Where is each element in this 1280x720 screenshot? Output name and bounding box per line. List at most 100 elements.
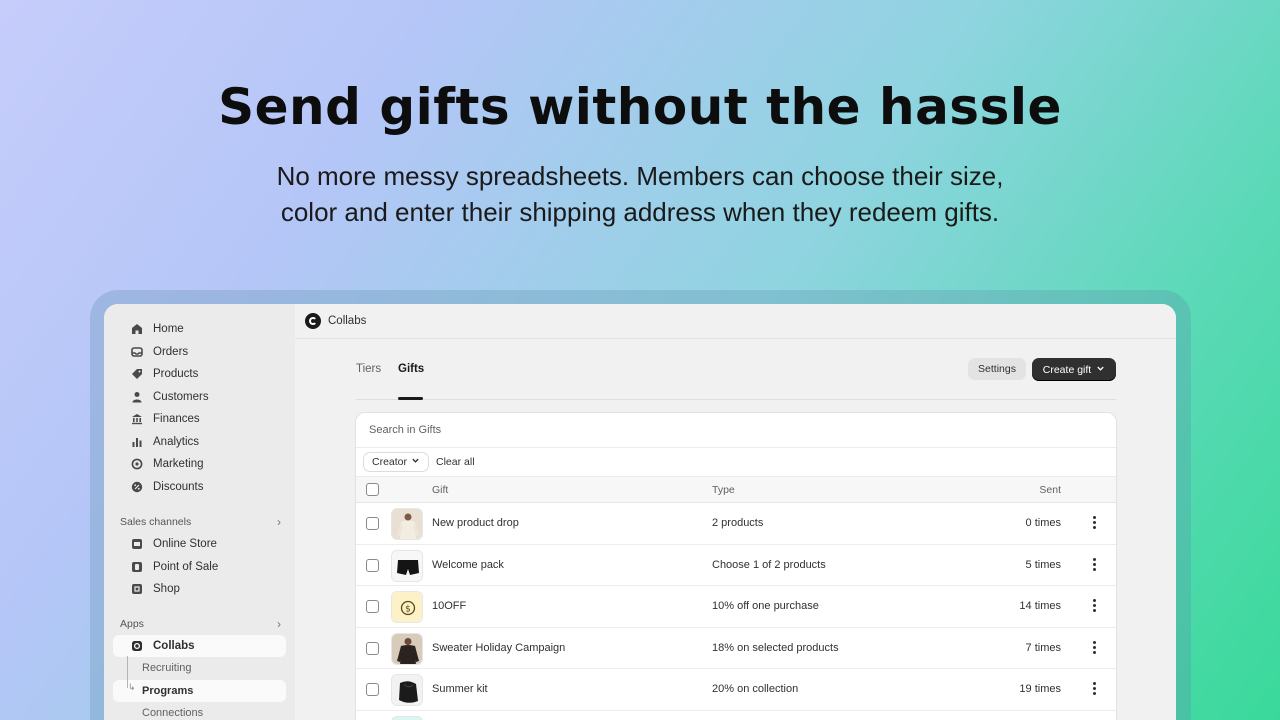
table-row[interactable]: Sweater Holiday Campaign 18% on selected…: [356, 628, 1116, 669]
gift-sent-count: 19 times: [1019, 683, 1061, 696]
more-actions-icon[interactable]: [1093, 640, 1097, 655]
column-header-type: Type: [712, 483, 735, 496]
row-checkbox[interactable]: [366, 683, 379, 696]
sidebar-item-orders[interactable]: Orders: [113, 341, 286, 364]
collabs-logo-icon: [305, 313, 321, 329]
sidebar-item-label: Analytics: [153, 435, 200, 448]
app-name: Collabs: [328, 315, 367, 327]
sidebar-item-online-store[interactable]: Online Store: [113, 533, 286, 556]
collabs-icon: [131, 640, 143, 652]
bank-icon: [131, 413, 143, 425]
search-input[interactable]: Search in Gifts: [356, 413, 1116, 448]
sidebar-item-analytics[interactable]: Analytics: [113, 431, 286, 454]
gift-type: 18% on selected products: [712, 641, 839, 654]
creator-filter[interactable]: Creator: [363, 452, 430, 472]
table-row[interactable]: New product drop 2 products 0 times: [356, 503, 1116, 545]
gift-name: New product drop: [432, 517, 519, 530]
column-header-sent: Sent: [1039, 483, 1061, 496]
creator-filter-label: Creator: [372, 456, 408, 468]
svg-text:$: $: [405, 605, 411, 615]
chevron-down-icon: [411, 456, 420, 468]
pos-icon: [131, 561, 143, 573]
sidebar-item-label: Shop: [153, 583, 180, 596]
tab-tiers[interactable]: Tiers: [356, 363, 381, 375]
gift-type: Choose 1 of 2 products: [712, 558, 826, 571]
chevron-right-icon: ›: [277, 515, 281, 529]
app-topbar: Collabs: [295, 304, 1176, 339]
sidebar-item-label: Orders: [153, 345, 189, 358]
sidebar-item-collabs[interactable]: Collabs: [113, 634, 286, 657]
tree-arrow-icon: ↳: [128, 682, 136, 692]
sidebar-subitem-connections[interactable]: Connections: [113, 702, 286, 720]
discount-icon: [131, 481, 143, 493]
gift-type: 10% off one purchase: [712, 600, 819, 613]
sidebar-item-products[interactable]: Products: [113, 363, 286, 386]
gift-type: 2 products: [712, 517, 764, 530]
store-icon: [131, 538, 143, 550]
sidebar-item-label: Collabs: [153, 639, 195, 652]
sidebar-item-label: Customers: [153, 390, 209, 403]
more-actions-icon[interactable]: [1093, 599, 1097, 613]
sweater-thumbnail-icon: [391, 632, 423, 665]
settings-button[interactable]: Settings: [968, 358, 1026, 380]
hero-title: Send gifts without the hassle: [218, 78, 1062, 136]
table-row[interactable]: $ 10OFF 10% off one purchase 14 times: [356, 586, 1116, 628]
gift-name: Welcome pack: [432, 558, 504, 571]
hero-subtitle-line-2: color and enter their shipping address w…: [280, 197, 1000, 227]
gift-sent-count: 0 times: [1025, 517, 1061, 530]
apps-header[interactable]: Apps ›: [104, 613, 295, 635]
hero-subtitle: No more messy spreadsheets. Members can …: [0, 158, 1280, 230]
sidebar-item-shop[interactable]: Shop: [113, 578, 286, 601]
gift-thumbnail-icon: [391, 715, 423, 720]
inbox-icon: [131, 346, 143, 358]
sidebar-subitem-programs[interactable]: Programs: [113, 679, 286, 702]
row-checkbox[interactable]: [366, 517, 379, 530]
table-row[interactable]: [356, 711, 1116, 720]
sidebar-item-discounts[interactable]: Discounts: [113, 476, 286, 499]
sales-channels-header[interactable]: Sales channels ›: [104, 511, 295, 533]
coin-discount-icon: $: [391, 591, 423, 623]
chevron-right-icon: ›: [277, 616, 281, 631]
sidebar-item-customers[interactable]: Customers: [113, 386, 286, 409]
shorts-thumbnail-icon: [391, 549, 423, 582]
row-checkbox[interactable]: [366, 641, 379, 655]
more-actions-icon[interactable]: [1093, 682, 1097, 696]
row-checkbox[interactable]: [366, 558, 379, 572]
apps-title: Apps: [120, 617, 144, 630]
gift-sent-count: 7 times: [1025, 641, 1061, 654]
gift-type: 20% on collection: [712, 683, 799, 696]
gift-sent-count: 14 times: [1019, 600, 1061, 613]
target-icon: [131, 458, 143, 470]
sidebar: Home Orders Products Customers Finances …: [104, 304, 295, 720]
admin-window: Home Orders Products Customers Finances …: [104, 304, 1176, 720]
sidebar-item-label: Home: [153, 323, 184, 336]
filter-bar: Creator Clear all: [356, 448, 1116, 477]
gift-name: 10OFF: [432, 600, 467, 613]
more-actions-icon[interactable]: [1093, 557, 1097, 572]
table-row[interactable]: Welcome pack Choose 1 of 2 products 5 ti…: [356, 545, 1116, 586]
home-icon: [131, 323, 143, 335]
sidebar-subitem-recruiting[interactable]: Recruiting: [113, 657, 286, 680]
more-actions-icon[interactable]: [1093, 516, 1097, 530]
gift-name: Summer kit: [432, 683, 488, 696]
tag-icon: [131, 368, 143, 380]
sidebar-item-label: Online Store: [153, 538, 217, 551]
clear-all-link[interactable]: Clear all: [436, 456, 475, 468]
sales-channels-title: Sales channels: [120, 516, 192, 528]
sidebar-item-home[interactable]: Home: [113, 318, 286, 341]
gifts-table-card: Search in Gifts Creator Clear all Gift T…: [355, 412, 1117, 720]
table-row[interactable]: Summer kit 20% on collection 19 times: [356, 669, 1116, 711]
chevron-down-icon: [1096, 364, 1105, 376]
create-gift-button[interactable]: Create gift: [1032, 358, 1116, 381]
row-checkbox[interactable]: [366, 600, 379, 613]
sidebar-item-marketing[interactable]: Marketing: [113, 453, 286, 476]
sidebar-item-point-of-sale[interactable]: Point of Sale: [113, 556, 286, 579]
sweater-thumbnail-icon: [391, 508, 423, 540]
select-all-checkbox[interactable]: [366, 483, 379, 496]
bar-chart-icon: [131, 436, 143, 448]
tab-gifts[interactable]: Gifts: [398, 363, 424, 375]
person-icon: [131, 391, 143, 403]
sidebar-item-finances[interactable]: Finances: [113, 408, 286, 431]
bag-thumbnail-icon: [391, 674, 423, 706]
gift-name: Sweater Holiday Campaign: [432, 641, 566, 654]
